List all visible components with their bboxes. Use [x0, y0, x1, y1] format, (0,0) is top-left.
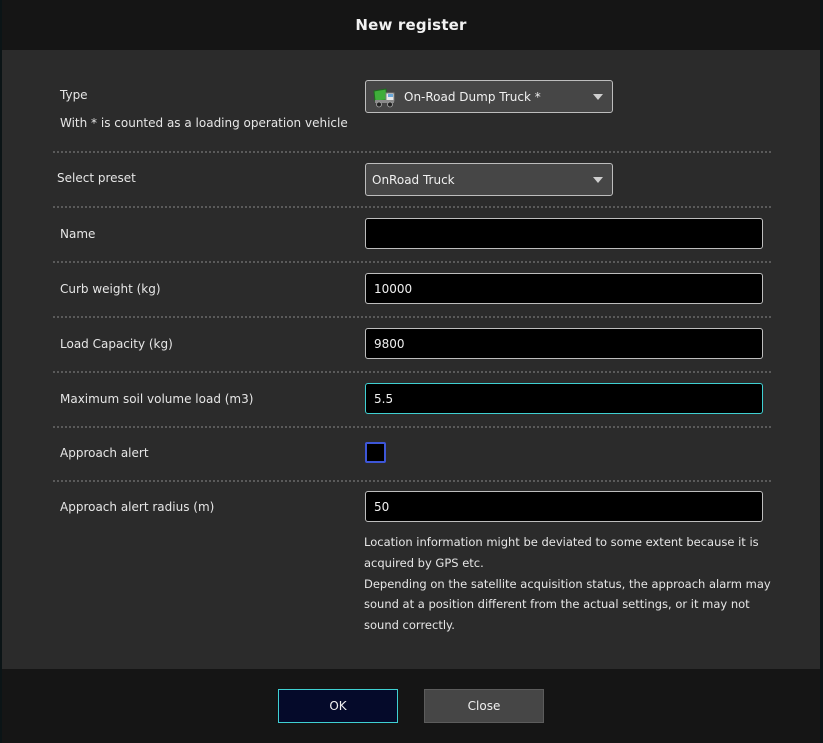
preset-label: Select preset	[57, 171, 136, 185]
gps-note-line-2: Depending on the satellite acquisition s…	[364, 576, 771, 633]
type-select-value: On-Road Dump Truck *	[404, 89, 541, 104]
curb-weight-label: Curb weight (kg)	[60, 282, 161, 296]
divider	[53, 426, 771, 428]
close-button[interactable]: Close	[424, 689, 544, 723]
divider	[53, 261, 771, 263]
chevron-down-icon	[593, 94, 603, 100]
divider	[53, 151, 771, 153]
divider	[53, 480, 771, 482]
load-capacity-input[interactable]	[365, 328, 763, 359]
new-register-dialog: New register Type With * is counted as a…	[2, 0, 820, 743]
preset-select[interactable]: OnRoad Truck	[365, 163, 613, 196]
curb-weight-input[interactable]	[365, 273, 763, 304]
chevron-down-icon	[593, 177, 603, 183]
dialog-title: New register	[2, 0, 820, 50]
gps-note-line-1: Location information might be deviated t…	[364, 535, 759, 570]
ok-button[interactable]: OK	[278, 689, 398, 723]
load-capacity-label: Load Capacity (kg)	[60, 337, 173, 351]
soil-volume-label: Maximum soil volume load (m3)	[60, 392, 254, 406]
divider	[53, 371, 771, 373]
soil-volume-input[interactable]	[365, 383, 763, 414]
approach-radius-label: Approach alert radius (m)	[60, 500, 215, 514]
approach-alert-checkbox[interactable]	[365, 442, 386, 463]
gps-warning-note: Location information might be deviated t…	[364, 532, 774, 636]
type-hint: With * is counted as a loading operation…	[60, 116, 348, 130]
approach-alert-label: Approach alert	[60, 446, 149, 460]
divider	[53, 206, 771, 208]
divider	[53, 316, 771, 318]
approach-radius-input[interactable]	[365, 491, 763, 522]
name-input[interactable]	[365, 218, 763, 249]
type-select[interactable]: On-Road Dump Truck *	[365, 80, 613, 113]
dialog-footer	[2, 669, 820, 743]
dump-truck-icon	[372, 86, 396, 108]
preset-select-value: OnRoad Truck	[372, 172, 455, 187]
type-label: Type	[60, 88, 88, 102]
name-label: Name	[60, 227, 96, 241]
